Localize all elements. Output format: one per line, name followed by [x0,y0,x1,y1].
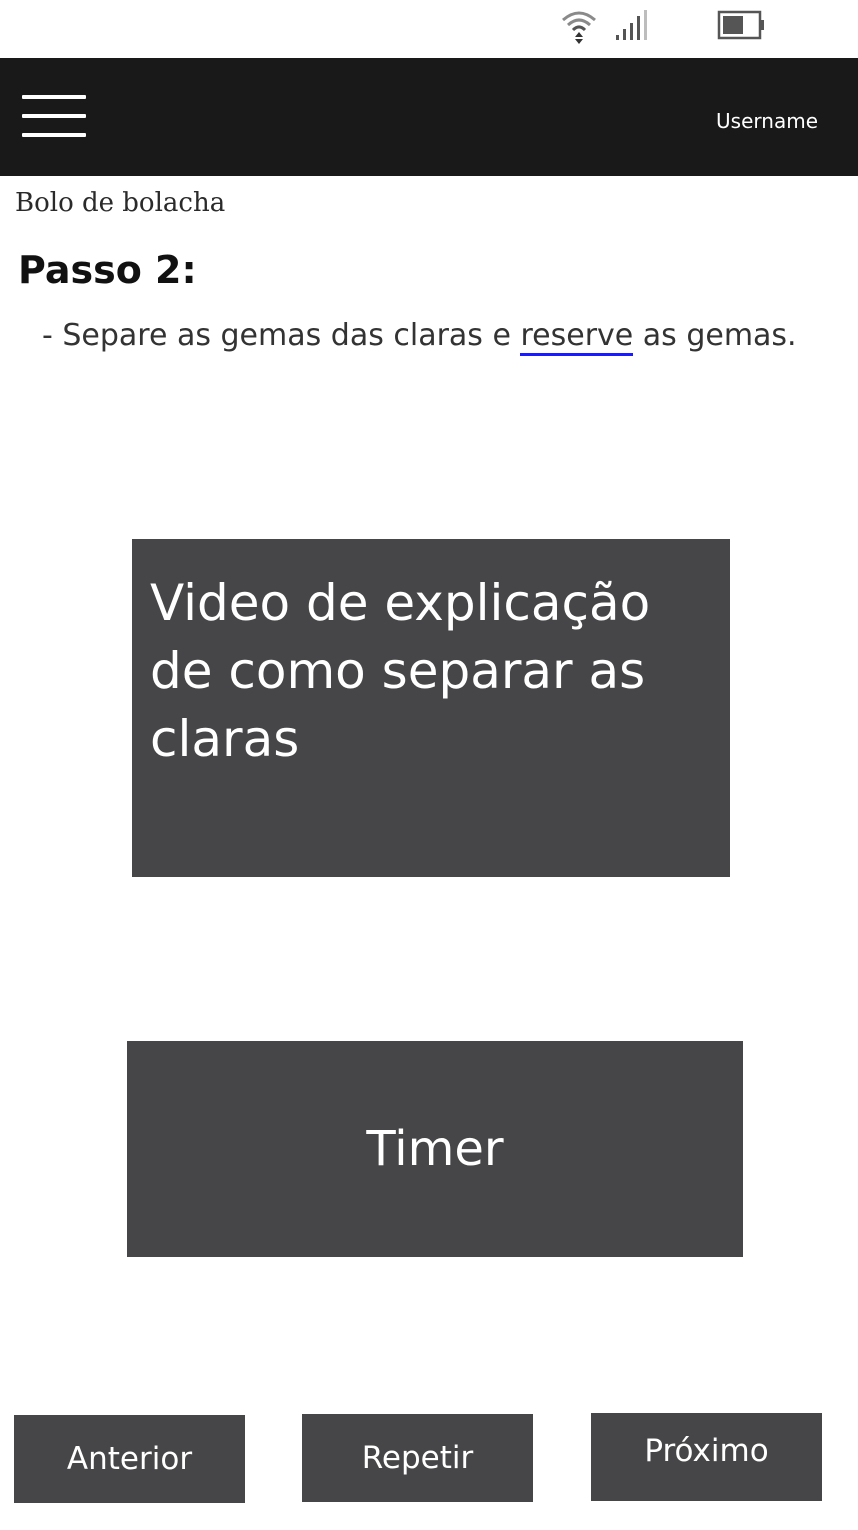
video-placeholder-label: Video de explicação de como separar as c… [150,574,651,768]
step-text-before: - Separe as gemas das claras e [42,318,521,353]
explanation-video-player[interactable]: Video de explicação de como separar as c… [132,539,730,877]
repeat-step-button[interactable]: Repetir [302,1414,533,1502]
username-label[interactable]: Username [716,108,818,134]
recipe-title: Bolo de bolacha [15,188,226,218]
timer-panel[interactable]: Timer [127,1041,743,1257]
previous-step-button[interactable]: Anterior [14,1415,245,1503]
hamburger-menu-icon[interactable] [22,95,88,139]
timer-label: Timer [366,1121,504,1177]
next-step-button[interactable]: Próximo [591,1413,822,1501]
step-instruction: - Separe as gemas das claras e reserve a… [42,316,797,356]
status-bar [0,0,858,58]
wifi-icon [562,11,596,44]
signal-icon [616,10,647,40]
reserve-link[interactable]: reserve [520,318,634,356]
battery-icon [717,10,764,40]
step-title: Passo 2: [18,248,197,292]
app-header: Username [0,58,858,176]
step-text-after: as gemas. [633,318,797,353]
